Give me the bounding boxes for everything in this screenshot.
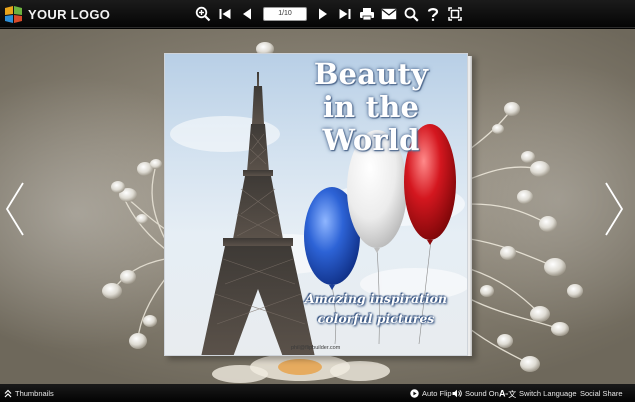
thumbnails-label: Thumbnails	[15, 388, 54, 398]
page-number-input[interactable]: 1/10	[263, 7, 307, 21]
auto-flip-label: Auto Flip	[422, 388, 452, 398]
fullscreen-icon[interactable]	[444, 3, 466, 25]
cover-title-line1: Beauty	[313, 57, 429, 91]
cover-email: phil@flipbuilder.com	[291, 345, 341, 351]
toolbar-controls: 1/10	[192, 3, 466, 25]
cover-subtitle: Amazing inspiration colorful pictures	[285, 289, 467, 329]
help-icon[interactable]	[422, 3, 444, 25]
svg-text:A: A	[499, 389, 506, 399]
switch-language-label: Switch Language	[519, 388, 577, 398]
last-page-icon[interactable]	[334, 3, 356, 25]
logo-icon	[4, 5, 23, 24]
book-page[interactable]: Beauty in the World Amazing inspiration …	[164, 53, 476, 360]
next-page-arrow-icon[interactable]	[602, 179, 626, 239]
switch-language-button[interactable]: A文 Switch Language	[499, 384, 577, 402]
cover-title-line2: in the World	[322, 90, 420, 157]
chevron-up-icon	[4, 389, 12, 397]
search-icon[interactable]	[400, 3, 422, 25]
thumbnails-button[interactable]: Thumbnails	[4, 384, 54, 402]
play-icon	[410, 388, 419, 398]
language-icon: A文	[499, 389, 516, 399]
next-page-icon[interactable]	[312, 3, 334, 25]
previous-page-arrow-icon[interactable]	[3, 179, 27, 239]
speaker-icon	[452, 389, 462, 397]
sound-button[interactable]: Sound On	[452, 384, 499, 402]
first-page-icon[interactable]	[214, 3, 236, 25]
email-icon[interactable]	[378, 3, 400, 25]
book-stage: Beauty in the World Amazing inspiration …	[0, 29, 635, 384]
zoom-in-icon[interactable]	[192, 3, 214, 25]
cover-subtitle-line1: Amazing inspiration	[304, 291, 448, 306]
print-icon[interactable]	[356, 3, 378, 25]
social-share-label: Social Share	[580, 388, 623, 398]
book-cover: Beauty in the World Amazing inspiration …	[164, 53, 468, 356]
sound-label: Sound On	[465, 388, 499, 398]
prev-page-icon[interactable]	[236, 3, 258, 25]
cover-subtitle-line2: colorful pictures	[317, 311, 435, 326]
cover-title: Beauty in the World	[273, 57, 467, 157]
top-toolbar: YOUR LOGO 1/10	[0, 0, 635, 28]
bottom-toolbar: Thumbnails Auto Flip Sound On A文 Switch …	[0, 384, 635, 402]
logo: YOUR LOGO	[4, 4, 110, 25]
svg-text:文: 文	[508, 389, 516, 398]
social-share-button[interactable]: Social Share	[580, 384, 623, 402]
auto-flip-button[interactable]: Auto Flip	[410, 384, 452, 402]
logo-text: YOUR LOGO	[28, 7, 111, 22]
